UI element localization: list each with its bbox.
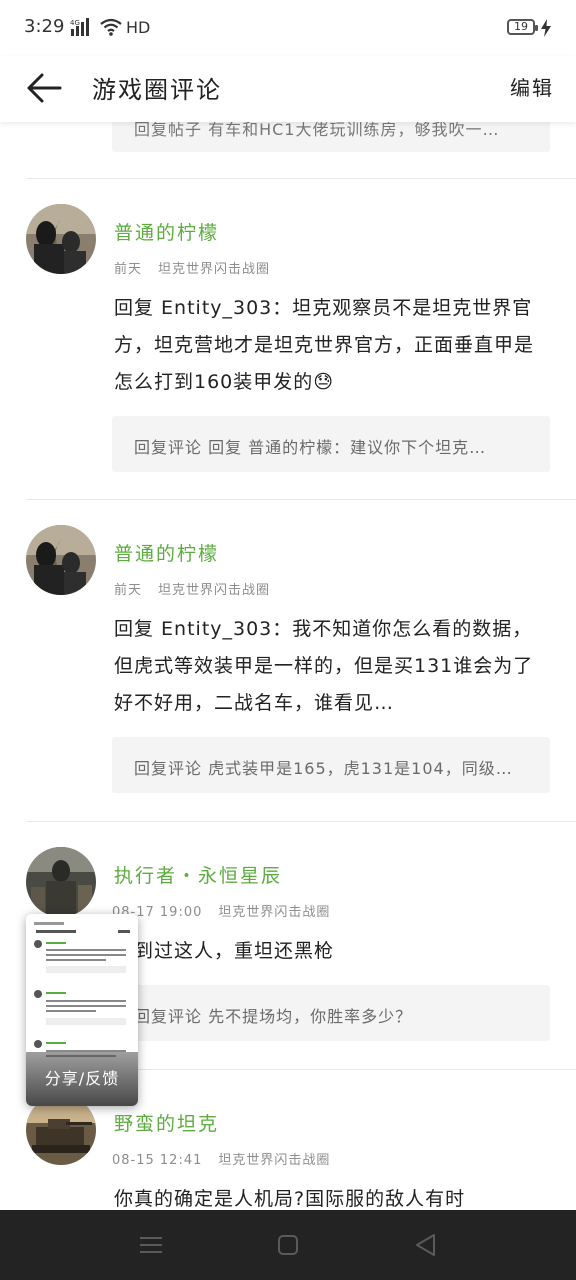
menu-icon[interactable] (140, 1236, 162, 1254)
comment-text: 回复 Entity_303：我不知道你怎么看的数据，但虎式等效装甲是一样的，但是… (114, 618, 534, 714)
reply-preview-text: 回复评论 虎式装甲是165，虎131是104，同级… (134, 759, 513, 778)
divider (26, 499, 576, 500)
divider (26, 821, 576, 822)
emoji-icon: 😓 (313, 371, 335, 393)
circle-name[interactable]: 坦克世界闪击战圈 (218, 1153, 330, 1168)
back-triangle-icon[interactable] (414, 1233, 436, 1257)
reply-preview[interactable]: 回复评论 虎式装甲是165，虎131是104，同级… (112, 737, 550, 793)
status-bar: 3:29 4G HD 19 (0, 0, 576, 56)
page-title: 游戏圈评论 (92, 76, 222, 104)
svg-text:4G: 4G (70, 19, 80, 27)
post-meta: 前天 坦克世界闪击战圈 (114, 258, 270, 277)
wifi-icon (100, 18, 122, 36)
battery-icon: 19 (507, 19, 538, 35)
comment-text: 回复 Entity_303：坦克观察员不是坦克世界官方，坦克营地才是坦克世界官方… (114, 290, 534, 401)
circle-name[interactable]: 坦克世界闪击战圈 (218, 905, 330, 920)
reply-preview-text: 回复评论 先不提场均，你胜率多少？ (134, 1007, 413, 1026)
circle-name[interactable]: 坦克世界闪击战圈 (158, 583, 270, 598)
signal-icon: 4G (70, 18, 89, 36)
username[interactable]: 普通的柠檬 (114, 218, 219, 245)
post-time: 前天 (114, 583, 143, 598)
reply-preview[interactable]: 回复评论 先不提场均，你胜率多少？ (112, 985, 550, 1041)
reply-preview-text: 回复评论 回复 普通的柠檬：建议你下个坦克… (134, 438, 487, 457)
avatar[interactable] (26, 847, 96, 917)
hd-indicator: HD (126, 18, 151, 37)
share-feedback-button[interactable]: 分享/反馈 (26, 1052, 138, 1106)
charging-icon (541, 19, 551, 37)
username[interactable]: 野蛮的坦克 (114, 1109, 219, 1136)
home-icon[interactable] (278, 1235, 298, 1255)
comment-text: 遇到过这人，重坦还黑枪 (114, 940, 335, 962)
post-meta: 前天 坦克世界闪击战圈 (114, 579, 270, 598)
username[interactable]: 普通的柠檬 (114, 539, 219, 566)
username[interactable]: 执行者・永恒星辰 (114, 861, 282, 888)
avatar[interactable] (26, 525, 96, 595)
circle-name[interactable]: 坦克世界闪击战圈 (158, 262, 270, 277)
reply-preview[interactable]: 回复评论 回复 普通的柠檬：建议你下个坦克… (112, 416, 550, 472)
divider (26, 178, 576, 179)
post-meta: 08-17 19:00 坦克世界闪击战圈 (112, 901, 330, 920)
screenshot-share-card[interactable]: 分享/反馈 (26, 914, 138, 1106)
avatar[interactable] (26, 204, 96, 274)
post-time: 前天 (114, 262, 143, 277)
back-arrow-icon[interactable] (24, 68, 64, 108)
post-meta: 08-15 12:41 坦克世界闪击战圈 (112, 1149, 330, 1168)
post-time: 08-15 12:41 (112, 1153, 203, 1168)
status-time: 3:29 (24, 16, 65, 37)
app-header: 游戏圈评论 编辑 (0, 56, 576, 122)
edit-button[interactable]: 编辑 (510, 72, 554, 101)
system-nav-bar (0, 1210, 576, 1280)
